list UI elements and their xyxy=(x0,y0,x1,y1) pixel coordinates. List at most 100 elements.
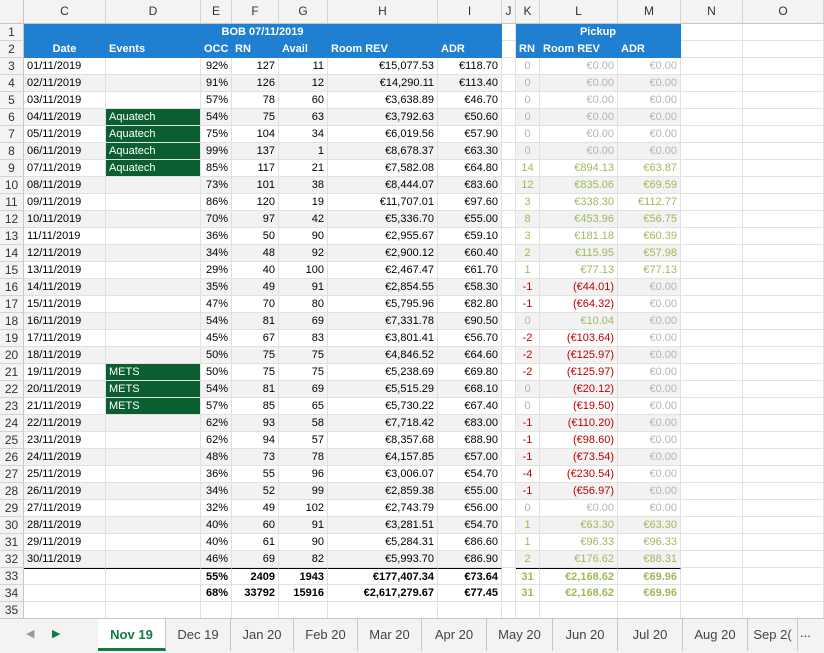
avail-cell[interactable]: 69 xyxy=(279,381,328,398)
date-cell[interactable]: 06/11/2019 xyxy=(24,143,106,160)
pickup-room-rev-cell[interactable]: €338.30 xyxy=(540,194,618,211)
event-cell[interactable]: Aquatech xyxy=(106,160,201,177)
date-cell[interactable]: 13/11/2019 xyxy=(24,262,106,279)
pickup-room-rev-cell[interactable]: €176.62 xyxy=(540,551,618,568)
adr-cell[interactable]: €56.00 xyxy=(438,500,502,517)
rn-cell[interactable]: 97 xyxy=(232,211,279,228)
avail-cell[interactable]: 78 xyxy=(279,449,328,466)
pickup-room-rev-cell[interactable]: €894.13 xyxy=(540,160,618,177)
pickup-room-rev-cell[interactable]: €63.30 xyxy=(540,517,618,534)
total-adr-cell[interactable]: €73.64 xyxy=(438,568,502,585)
row-number[interactable]: 11 xyxy=(0,194,24,211)
pickup-rn-cell[interactable]: -2 xyxy=(516,330,540,347)
total-room-rev-cell[interactable]: €177,407.34 xyxy=(328,568,438,585)
room-rev-cell[interactable]: €3,792.63 xyxy=(328,109,438,126)
pickup-rn-cell[interactable]: -1 xyxy=(516,483,540,500)
avail-cell[interactable]: 96 xyxy=(279,466,328,483)
empty-cell[interactable] xyxy=(681,398,743,415)
events-header[interactable]: Events xyxy=(106,41,201,58)
pickup-room-rev-cell[interactable]: (€110.20) xyxy=(540,415,618,432)
empty-cell[interactable] xyxy=(681,568,743,585)
pickup-rn-cell[interactable]: 1 xyxy=(516,517,540,534)
date-cell[interactable]: 17/11/2019 xyxy=(24,330,106,347)
pickup-room-rev-cell[interactable]: (€19.50) xyxy=(540,398,618,415)
empty-cell[interactable] xyxy=(743,432,824,449)
pickup-room-rev-header[interactable]: Room REV xyxy=(540,41,618,58)
row-number[interactable]: 32 xyxy=(0,551,24,568)
pickup-room-rev-cell[interactable]: (€125.97) xyxy=(540,364,618,381)
empty-cell[interactable] xyxy=(743,449,824,466)
event-cell[interactable]: Aquatech xyxy=(106,143,201,160)
row-number[interactable]: 14 xyxy=(0,245,24,262)
pickup-room-rev-cell[interactable]: €835.06 xyxy=(540,177,618,194)
date-cell[interactable]: 09/11/2019 xyxy=(24,194,106,211)
pickup-room-rev-cell[interactable]: (€125.97) xyxy=(540,347,618,364)
row-number[interactable]: 8 xyxy=(0,143,24,160)
pickup-rn-cell[interactable]: -4 xyxy=(516,466,540,483)
pickup-room-rev-cell[interactable]: (€230.54) xyxy=(540,466,618,483)
empty-cell[interactable] xyxy=(502,279,516,296)
rn-cell[interactable]: 81 xyxy=(232,313,279,330)
pickup-adr-cell[interactable]: €112.77 xyxy=(618,194,681,211)
avail-cell[interactable]: 80 xyxy=(279,296,328,313)
adr-cell[interactable]: €69.80 xyxy=(438,364,502,381)
adr-cell[interactable]: €61.70 xyxy=(438,262,502,279)
occ-cell[interactable]: 54% xyxy=(201,313,232,330)
empty-cell[interactable] xyxy=(743,143,824,160)
room-rev-cell[interactable]: €7,582.08 xyxy=(328,160,438,177)
empty-cell[interactable] xyxy=(502,160,516,177)
avail-header[interactable]: Avail xyxy=(279,41,328,58)
empty-cell[interactable] xyxy=(681,432,743,449)
pickup-adr-cell[interactable]: €0.00 xyxy=(618,483,681,500)
empty-cell[interactable] xyxy=(681,466,743,483)
empty-cell[interactable] xyxy=(106,568,201,585)
pickup-rn-cell[interactable]: -1 xyxy=(516,296,540,313)
empty-cell[interactable] xyxy=(681,313,743,330)
row-number[interactable]: 30 xyxy=(0,517,24,534)
occ-cell[interactable]: 99% xyxy=(201,143,232,160)
event-cell[interactable] xyxy=(106,58,201,75)
empty-cell[interactable] xyxy=(743,160,824,177)
pickup-adr-cell[interactable]: €88.31 xyxy=(618,551,681,568)
pickup-adr-cell[interactable]: €0.00 xyxy=(618,347,681,364)
adr-cell[interactable]: €59.10 xyxy=(438,228,502,245)
event-cell[interactable] xyxy=(106,92,201,109)
empty-cell[interactable] xyxy=(743,330,824,347)
pickup-adr-cell[interactable]: €0.00 xyxy=(618,381,681,398)
pickup-rn-cell[interactable]: 0 xyxy=(516,109,540,126)
occ-cell[interactable]: 70% xyxy=(201,211,232,228)
rn-cell[interactable]: 73 xyxy=(232,449,279,466)
pickup-adr-cell[interactable]: €0.00 xyxy=(618,500,681,517)
pickup-room-rev-cell[interactable]: €10.04 xyxy=(540,313,618,330)
empty-cell[interactable] xyxy=(743,500,824,517)
empty-cell[interactable] xyxy=(681,211,743,228)
empty-cell[interactable] xyxy=(502,585,516,602)
empty-cell[interactable] xyxy=(502,92,516,109)
pickup-adr-cell[interactable]: €0.00 xyxy=(618,415,681,432)
room-rev-cell[interactable]: €5,336.70 xyxy=(328,211,438,228)
rn-cell[interactable]: 75 xyxy=(232,109,279,126)
pickup-rn-cell[interactable]: 0 xyxy=(516,58,540,75)
pickup-room-rev-cell[interactable]: €0.00 xyxy=(540,126,618,143)
rn-cell[interactable]: 126 xyxy=(232,75,279,92)
room-rev-cell[interactable]: €7,718.42 xyxy=(328,415,438,432)
rn-cell[interactable]: 127 xyxy=(232,58,279,75)
occ-cell[interactable]: 35% xyxy=(201,279,232,296)
prev-sheet-icon[interactable]: ◀ xyxy=(26,627,34,640)
occ-cell[interactable]: 40% xyxy=(201,517,232,534)
event-cell[interactable] xyxy=(106,228,201,245)
room-rev-cell[interactable]: €2,955.67 xyxy=(328,228,438,245)
adr-cell[interactable]: €55.00 xyxy=(438,211,502,228)
room-rev-cell[interactable]: €2,467.47 xyxy=(328,262,438,279)
pickup-rn-cell[interactable]: 0 xyxy=(516,92,540,109)
empty-cell[interactable] xyxy=(743,313,824,330)
occ-cell[interactable]: 34% xyxy=(201,483,232,500)
occ-cell[interactable]: 54% xyxy=(201,381,232,398)
row-number[interactable]: 22 xyxy=(0,381,24,398)
column-header-m[interactable]: M xyxy=(618,0,681,23)
bob-title[interactable]: BOB 07/11/2019 xyxy=(24,24,502,41)
sheet-tab[interactable]: Jan 20 xyxy=(231,619,294,651)
empty-cell[interactable] xyxy=(681,330,743,347)
empty-cell[interactable] xyxy=(681,534,743,551)
row-number[interactable]: 1 xyxy=(0,24,24,41)
